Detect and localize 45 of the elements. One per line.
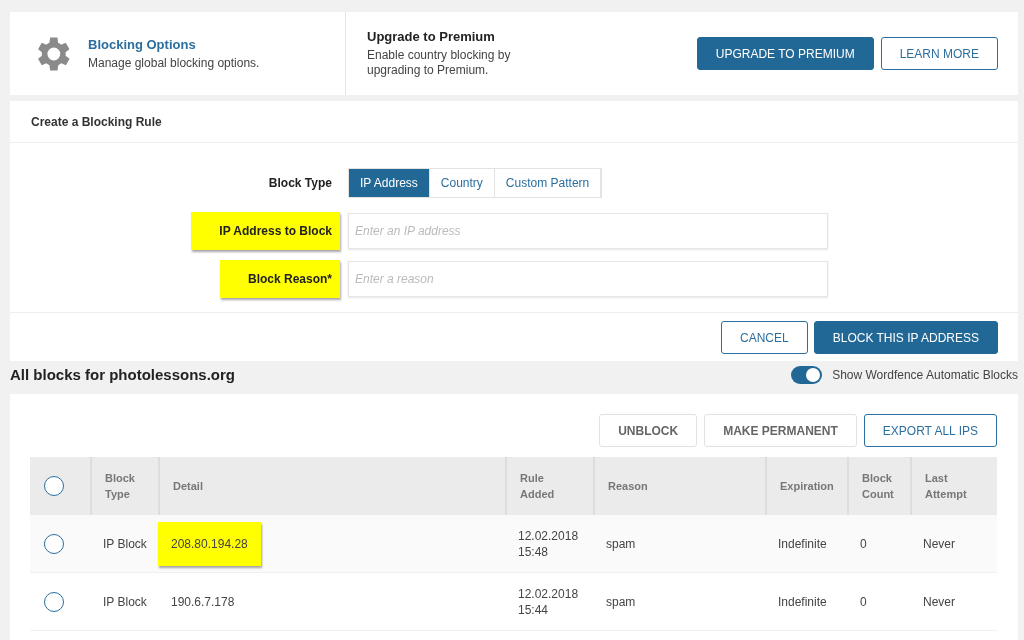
field-label: IP Address to Block: [191, 212, 340, 250]
table-cell: 0: [860, 535, 867, 552]
primary-button[interactable]: UPGRADE TO PREMIUM: [696, 37, 874, 70]
table-cell: Indefinite: [778, 593, 827, 610]
premium-title: Upgrade to Premium: [367, 29, 496, 44]
column-header: Reason: [608, 479, 648, 494]
table-cell: IP Block: [103, 535, 147, 552]
table-cell: Never: [923, 535, 955, 552]
toggle-switch[interactable]: [791, 365, 823, 384]
table-cell: 208.80.194.28: [158, 521, 261, 566]
select-all-radio[interactable]: [44, 476, 64, 496]
options-subtitle: Manage global blocking options.: [88, 55, 261, 71]
secondary-button[interactable]: CANCEL: [721, 321, 808, 354]
table-cell: 190.6.7.178: [171, 593, 235, 610]
secondary-button[interactable]: MAKE PERMANENT: [704, 414, 857, 447]
column-header: Expiration: [780, 479, 834, 494]
column-header: Detail: [173, 479, 203, 494]
block-type-label: Block Type: [268, 175, 333, 192]
secondary-button[interactable]: LEARN MORE: [880, 37, 998, 70]
toggle-label: Show Wordfence Automatic Blocks: [832, 367, 1018, 382]
form-title: Create a Blocking Rule: [10, 101, 1018, 143]
input-field[interactable]: Enter a reason: [348, 261, 828, 297]
row-radio[interactable]: [44, 533, 64, 554]
column-header: Rule Added: [520, 471, 556, 502]
blocks-title: All blocks for photolessons.org: [10, 366, 236, 383]
table-cell: Indefinite: [778, 535, 827, 552]
block-type-tab[interactable]: IP Address: [349, 169, 430, 197]
premium-text: Enable country blocking by upgrading to Premium.: [367, 48, 512, 78]
blocking-options-link[interactable]: Blocking Options: [88, 36, 345, 52]
column-header: Block Count: [862, 471, 895, 502]
primary-button[interactable]: BLOCK THIS IP ADDRESS: [813, 321, 998, 354]
table-cell: spam: [606, 535, 636, 552]
table-cell-text: 12.02.2018 15:44: [518, 585, 580, 618]
table-cell: spam: [606, 593, 636, 610]
input-field[interactable]: Enter an IP address: [348, 213, 828, 249]
secondary-button[interactable]: UNBLOCK: [599, 414, 698, 447]
table-cell: 0: [860, 593, 867, 610]
column-header: Last Attempt: [925, 471, 968, 502]
table-cell: IP Block: [103, 593, 147, 610]
field-label: Block Reason*: [219, 260, 340, 298]
secondary-button[interactable]: EXPORT ALL IPS: [863, 414, 997, 447]
table-cell: Never: [923, 593, 955, 610]
column-header: Block Type: [105, 471, 136, 502]
row-radio[interactable]: [44, 591, 64, 612]
table-cell-text: 12.02.2018 15:48: [518, 527, 580, 560]
